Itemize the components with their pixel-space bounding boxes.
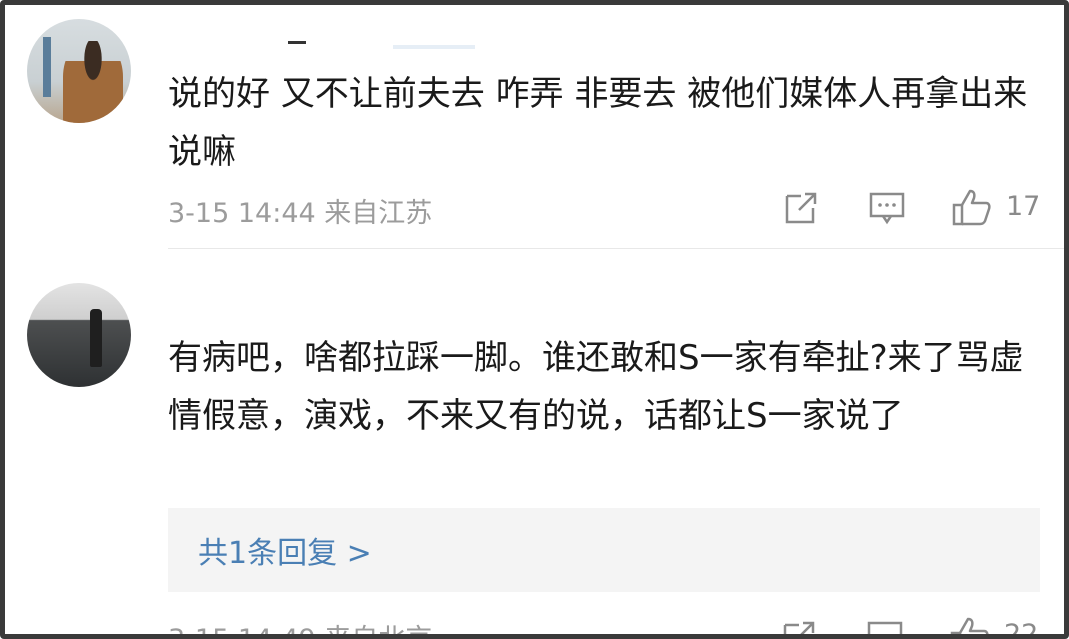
divider <box>168 248 1064 249</box>
share-icon[interactable] <box>783 190 819 226</box>
avatar-photo-person <box>63 41 123 123</box>
avatar[interactable] <box>27 283 131 387</box>
thumbs-up-icon[interactable] <box>951 187 993 227</box>
comment-meta: 3-15 14:49 来自北京 <box>168 617 432 634</box>
comment-location: 来自江苏 <box>324 198 433 229</box>
thumbs-up-icon[interactable] <box>949 615 991 634</box>
comment-list: 说的好 又不让前夫去 咋弄 非要去 被他们媒体人再拿出来说嘛 3-15 14:4… <box>0 0 1069 639</box>
comment-time: 3-15 14:49 <box>168 624 316 634</box>
avatar[interactable] <box>27 19 131 123</box>
comment-meta: 3-15 14:44 来自江苏 <box>168 191 432 230</box>
comment-icon[interactable] <box>869 191 905 225</box>
cropped-highlight-fragment <box>393 45 475 49</box>
avatar-photo-person <box>90 309 102 367</box>
view-replies-link[interactable]: 共1条回复 > <box>198 528 372 572</box>
comment-text: 说的好 又不让前夫去 咋弄 非要去 被他们媒体人再拿出来说嘛 <box>168 74 1028 172</box>
like-count: 22 <box>1004 619 1039 639</box>
cropped-text-fragment <box>288 41 306 44</box>
comment-location: 来自北京 <box>324 624 432 634</box>
reply-summary-box[interactable]: 共1条回复 > <box>168 508 1040 592</box>
share-icon[interactable] <box>781 619 817 634</box>
comment-time: 3-15 14:44 <box>168 198 316 229</box>
like-count: 17 <box>1006 191 1041 222</box>
comment-icon[interactable] <box>867 620 903 634</box>
avatar-photo-detail <box>43 37 51 97</box>
comment-text: 有病吧，啥都拉踩一脚。谁还敢和S一家有牵扯?来了骂虚情假意，演戏，不来又有的说，… <box>168 338 1024 436</box>
